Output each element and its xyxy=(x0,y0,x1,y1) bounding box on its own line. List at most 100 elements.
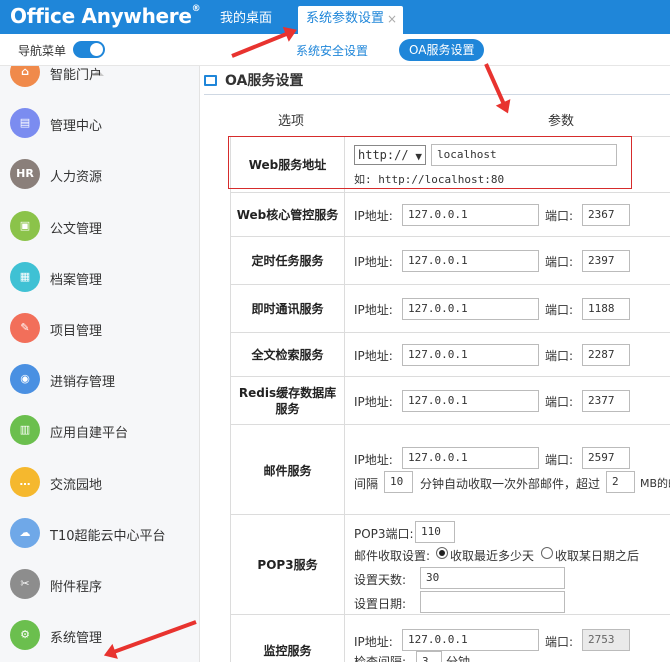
port-label: 端口: xyxy=(545,453,574,467)
service-port-input[interactable]: 2397 xyxy=(582,250,630,272)
tab-system-settings[interactable]: 系统参数设置 × xyxy=(298,6,403,34)
close-icon[interactable]: × xyxy=(387,6,397,32)
sidebar-item-label: 交流园地 xyxy=(50,477,103,493)
service-port-input[interactable]: 2377 xyxy=(582,390,630,412)
sidebar-item-label: 附件程序 xyxy=(50,580,103,595)
portal-icon: ⌂ xyxy=(10,66,40,87)
sidebar-item[interactable]: ▣ 公文管理 xyxy=(0,203,199,254)
sidebar-item-label: 系统管理 xyxy=(50,631,103,647)
sidebar-item[interactable]: ▦ 档案管理 xyxy=(0,254,199,305)
service-ip-input[interactable]: 127.0.0.1 xyxy=(402,250,539,272)
table-row-service: Web核心管控服务 IP地址: 127.0.0.1 端口: 2367 xyxy=(230,192,670,236)
radio-after-date-label: 收取某日期之后 xyxy=(555,549,640,563)
ip-label: IP地址: xyxy=(354,395,393,409)
sidebar-item-label: 档案管理 xyxy=(50,272,103,288)
sidebar-item[interactable]: ✂ 附件程序 xyxy=(0,561,199,612)
sidebar-item[interactable]: ⌂ 智能门户 xyxy=(0,66,199,100)
pop3-days-input[interactable]: 30 xyxy=(420,567,565,589)
mail-size-input[interactable]: 2 xyxy=(606,471,635,493)
row-name: 监控服务 xyxy=(263,644,312,658)
interval-label: 间隔 xyxy=(354,477,379,491)
row-name: 邮件服务 xyxy=(263,464,312,478)
sidebar-item[interactable]: ✎ 项目管理 xyxy=(0,305,199,356)
pop3-port-label: POP3端口: xyxy=(354,527,414,541)
pop3-date-input[interactable] xyxy=(420,591,565,613)
col-option-header: 选项 xyxy=(278,114,305,129)
row-name: 定时任务服务 xyxy=(251,254,324,268)
service-ip-input[interactable]: 127.0.0.1 xyxy=(402,344,539,366)
port-label: 端口: xyxy=(545,303,574,317)
radio-recent-days[interactable] xyxy=(436,547,448,559)
table-row-mail: 邮件服务 IP地址: 127.0.0.1 端口: 2597 间隔 10 分钟自动… xyxy=(230,424,670,514)
ip-label: IP地址: xyxy=(354,349,393,363)
service-port-input[interactable]: 2287 xyxy=(582,344,630,366)
sidebar-item-label: 项目管理 xyxy=(50,324,103,339)
size-text: MB的邮 xyxy=(640,477,670,490)
service-ip-input[interactable]: 127.0.0.1 xyxy=(402,298,539,320)
page-title: OA服务设置 xyxy=(204,70,303,90)
row-name: Redis缓存数据库服务 xyxy=(238,386,337,416)
service-port-input[interactable]: 2367 xyxy=(582,204,630,226)
check-interval-label: 检查间隔: xyxy=(354,655,407,662)
interval-unit: 分钟 xyxy=(446,655,471,662)
service-port-input[interactable]: 1188 xyxy=(582,298,630,320)
sidebar-item-label: 应用自建平台 xyxy=(50,426,129,442)
mail-interval-input[interactable]: 10 xyxy=(384,471,413,493)
port-label: 端口: xyxy=(545,209,574,223)
col-param-header: 参数 xyxy=(548,114,575,129)
app-logo: Office Anywhere® xyxy=(10,4,201,28)
gear-icon: ⚙ xyxy=(10,620,40,651)
sidebar-item-label: 人力资源 xyxy=(50,170,103,186)
sidebar-item-label: 公文管理 xyxy=(50,221,103,237)
paperclip-icon: ✂ xyxy=(10,569,40,599)
ip-label: IP地址: xyxy=(354,303,393,317)
row-name: 全文检索服务 xyxy=(251,348,324,362)
service-ip-input[interactable]: 127.0.0.1 xyxy=(402,204,539,226)
pop3-port-input[interactable]: 110 xyxy=(415,521,455,543)
highlight-box xyxy=(228,136,632,189)
sidebar-item-label: 智能门户 xyxy=(50,68,103,83)
radio-after-date[interactable] xyxy=(541,547,553,559)
days-label: 设置天数: xyxy=(354,573,407,587)
recv-setting-label: 邮件收取设置: xyxy=(354,549,431,563)
mail-port-input[interactable]: 2597 xyxy=(582,447,630,469)
subtab-oa-service-settings[interactable]: OA服务设置 xyxy=(399,39,485,61)
table-row-monitor: 监控服务 IP地址: 127.0.0.1 端口: 2753 检查间隔: 3 分钟 xyxy=(230,614,670,662)
subtab-security-settings[interactable]: 系统安全设置 xyxy=(296,42,368,59)
nav-menu-toggle[interactable] xyxy=(73,41,105,58)
tab-label: 系统参数设置 xyxy=(306,11,385,26)
title-divider xyxy=(204,94,670,95)
ip-label: IP地址: xyxy=(354,209,393,223)
table-row-pop3: POP3服务 POP3端口: 110 邮件收取设置: 收取最近多少天 收取某日期… xyxy=(230,514,670,614)
project-icon: ✎ xyxy=(10,313,40,343)
tab-my-desktop[interactable]: 我的桌面 xyxy=(210,6,282,34)
sidebar-item[interactable]: ⚙ 系统管理 xyxy=(0,612,199,662)
top-bar: Office Anywhere® 我的桌面 系统参数设置 × xyxy=(0,0,670,34)
sidebar-item-label: 管理中心 xyxy=(50,119,103,135)
sidebar-item[interactable]: ▥ 应用自建平台 xyxy=(0,407,199,458)
archive-icon: ▦ xyxy=(10,261,40,292)
port-label: 端口: xyxy=(545,635,574,649)
radio-recent-days-label: 收取最近多少天 xyxy=(450,549,535,563)
sidebar-item[interactable]: ▤ 管理中心 xyxy=(0,100,199,151)
sub-bar: 导航菜单 系统安全设置 OA服务设置 xyxy=(0,34,670,66)
table-row-service: 定时任务服务 IP地址: 127.0.0.1 端口: 2397 xyxy=(230,236,670,284)
table-header: 选项 参数 xyxy=(230,98,670,136)
monitor-port-input: 2753 xyxy=(582,629,630,651)
sidebar: ⌂ 智能门户 ▤ 管理中心 HR 人力资源 ▣ 公文管理 ▦ 档案管理 ✎ 项目管理 ◉ 进销存管理 ▥ 应用… xyxy=(0,66,200,662)
service-ip-input[interactable]: 127.0.0.1 xyxy=(402,390,539,412)
port-label: 端口: xyxy=(545,349,574,363)
sidebar-item[interactable]: ◉ 进销存管理 xyxy=(0,356,199,407)
mail-ip-input[interactable]: 127.0.0.1 xyxy=(402,447,539,469)
document-icon: ▤ xyxy=(10,108,40,139)
sidebar-item[interactable]: … 交流园地 xyxy=(0,459,199,510)
sidebar-item[interactable]: HR 人力资源 xyxy=(0,151,199,202)
chat-icon: … xyxy=(10,466,40,497)
inventory-icon: ◉ xyxy=(10,364,40,395)
ip-label: IP地址: xyxy=(354,255,393,269)
monitor-interval-input[interactable]: 3 xyxy=(416,651,442,662)
briefcase-icon: ▣ xyxy=(10,210,40,241)
sidebar-item[interactable]: ☁ T10超能云中心平台 xyxy=(0,510,199,561)
monitor-ip-input[interactable]: 127.0.0.1 xyxy=(402,629,539,651)
toggle-knob xyxy=(90,43,103,56)
